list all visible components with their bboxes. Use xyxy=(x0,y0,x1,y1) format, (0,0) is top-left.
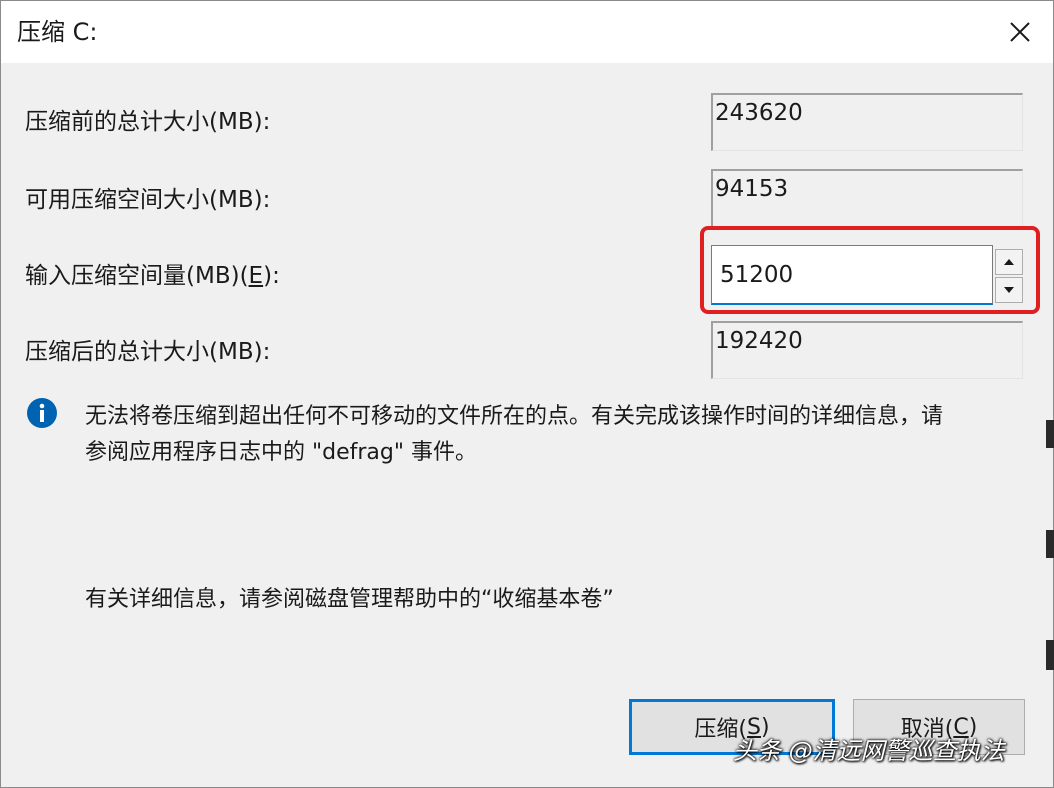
total-after-value-box: 192420 xyxy=(711,321,1023,379)
background-window-edge xyxy=(1046,640,1054,670)
arrow-up-icon xyxy=(1004,259,1014,265)
shrink-dialog: 压缩 C: 压缩前的总计大小(MB): 243620 可用压缩空间大小(MB):… xyxy=(0,0,1054,788)
total-before-value: 243620 xyxy=(715,100,803,126)
spin-up-button[interactable] xyxy=(995,249,1023,275)
spin-down-button[interactable] xyxy=(995,277,1023,303)
title-bar: 压缩 C: xyxy=(1,1,1053,63)
info-message-line2: 参阅应用程序日志中的 "defrag" 事件。 xyxy=(85,440,477,465)
available-space-label: 可用压缩空间大小(MB): xyxy=(25,187,271,213)
total-after-label: 压缩后的总计大小(MB): xyxy=(25,339,271,365)
close-icon xyxy=(1010,22,1030,42)
close-button[interactable] xyxy=(995,9,1045,55)
window-title: 压缩 C: xyxy=(17,18,98,46)
available-space-value: 94153 xyxy=(715,176,789,202)
total-before-label: 压缩前的总计大小(MB): xyxy=(25,109,271,135)
info-message-line1: 无法将卷压缩到超出任何不可移动的文件所在的点。有关完成该操作时间的详细信息，请 xyxy=(85,404,944,429)
background-window-edge xyxy=(1046,420,1054,448)
shrink-amount-input[interactable] xyxy=(711,245,993,305)
help-reference-text: 有关详细信息，请参阅磁盘管理帮助中的“收缩基本卷” xyxy=(85,587,614,612)
available-space-value-box: 94153 xyxy=(711,169,1023,227)
total-before-value-box: 243620 xyxy=(711,93,1023,151)
background-window-edge xyxy=(1046,530,1054,558)
watermark: 头条 @清远网警巡查执法 xyxy=(733,737,1005,765)
info-message: 无法将卷压缩到超出任何不可移动的文件所在的点。有关完成该操作时间的详细信息，请 … xyxy=(85,399,1035,471)
arrow-down-icon xyxy=(1004,287,1014,293)
shrink-amount-label: 输入压缩空间量(MB)(E): xyxy=(25,263,280,289)
total-after-value: 192420 xyxy=(715,328,803,354)
info-icon xyxy=(27,398,57,428)
